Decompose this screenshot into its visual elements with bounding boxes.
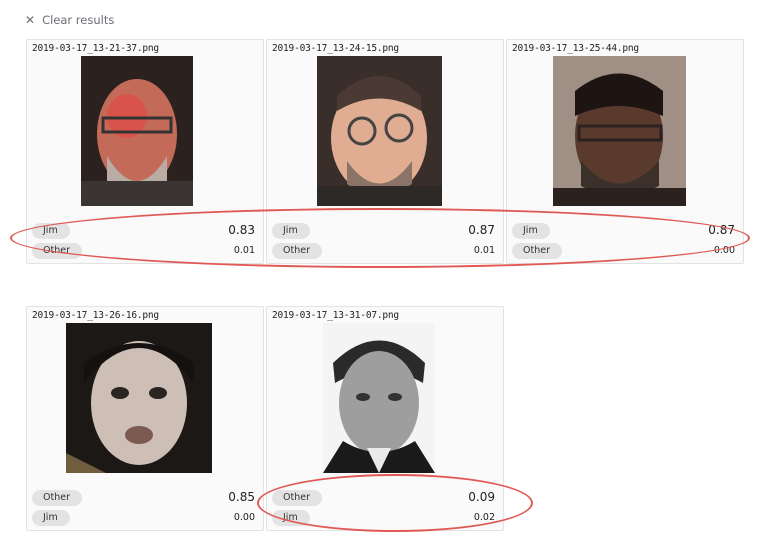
label-chip[interactable]: Jim <box>272 510 310 526</box>
score-row: Jim 0.87 <box>267 220 503 242</box>
score-value: 0.01 <box>473 245 495 256</box>
result-filename: 2019-03-17_13-24-15.png <box>272 43 399 54</box>
score-row: Other 0.09 <box>267 487 503 509</box>
label-chip[interactable]: Jim <box>272 223 310 239</box>
score-value: 0.85 <box>228 490 255 504</box>
label-chip[interactable]: Jim <box>32 223 70 239</box>
score-row: Other 0.00 <box>507 240 743 262</box>
score-value: 0.01 <box>233 245 255 256</box>
score-row: Other 0.85 <box>27 487 263 509</box>
label-chip[interactable]: Other <box>32 243 82 259</box>
result-card: 2019-03-17_13-31-07.png Other 0.09 Jim 0… <box>266 306 504 531</box>
result-card: 2019-03-17_13-26-16.png Other 0.85 Jim 0… <box>26 306 264 531</box>
face-photo <box>81 56 193 206</box>
label-chip[interactable]: Other <box>32 490 82 506</box>
score-value: 0.09 <box>468 490 495 504</box>
label-chip[interactable]: Other <box>512 243 562 259</box>
score-row: Jim 0.83 <box>27 220 263 242</box>
clear-results-button[interactable]: ✕ Clear results <box>25 13 114 27</box>
result-card: 2019-03-17_13-24-15.png Jim 0.87 Other 0… <box>266 39 504 264</box>
clear-results-label: Clear results <box>42 13 115 27</box>
label-chip[interactable]: Other <box>272 243 322 259</box>
score-value: 0.00 <box>713 245 735 256</box>
face-photo <box>553 56 686 206</box>
score-row: Other 0.01 <box>267 240 503 262</box>
score-value: 0.02 <box>473 512 495 523</box>
label-chip[interactable]: Jim <box>32 510 70 526</box>
result-card: 2019-03-17_13-21-37.png Jim 0.83 Other 0… <box>26 39 264 264</box>
score-row: Jim 0.87 <box>507 220 743 242</box>
label-chip[interactable]: Other <box>272 490 322 506</box>
result-card: 2019-03-17_13-25-44.png Jim 0.87 Other 0… <box>506 39 744 264</box>
face-photo <box>66 323 212 473</box>
result-filename: 2019-03-17_13-21-37.png <box>32 43 159 54</box>
result-filename: 2019-03-17_13-31-07.png <box>272 310 399 321</box>
score-value: 0.83 <box>228 223 255 237</box>
score-row: Other 0.01 <box>27 240 263 262</box>
score-value: 0.87 <box>708 223 735 237</box>
score-value: 0.00 <box>233 512 255 523</box>
face-photo <box>317 56 442 206</box>
label-chip[interactable]: Jim <box>512 223 550 239</box>
result-filename: 2019-03-17_13-26-16.png <box>32 310 159 321</box>
face-photo <box>323 323 435 473</box>
close-icon: ✕ <box>25 13 36 27</box>
result-filename: 2019-03-17_13-25-44.png <box>512 43 639 54</box>
score-row: Jim 0.02 <box>267 507 503 529</box>
score-row: Jim 0.00 <box>27 507 263 529</box>
score-value: 0.87 <box>468 223 495 237</box>
